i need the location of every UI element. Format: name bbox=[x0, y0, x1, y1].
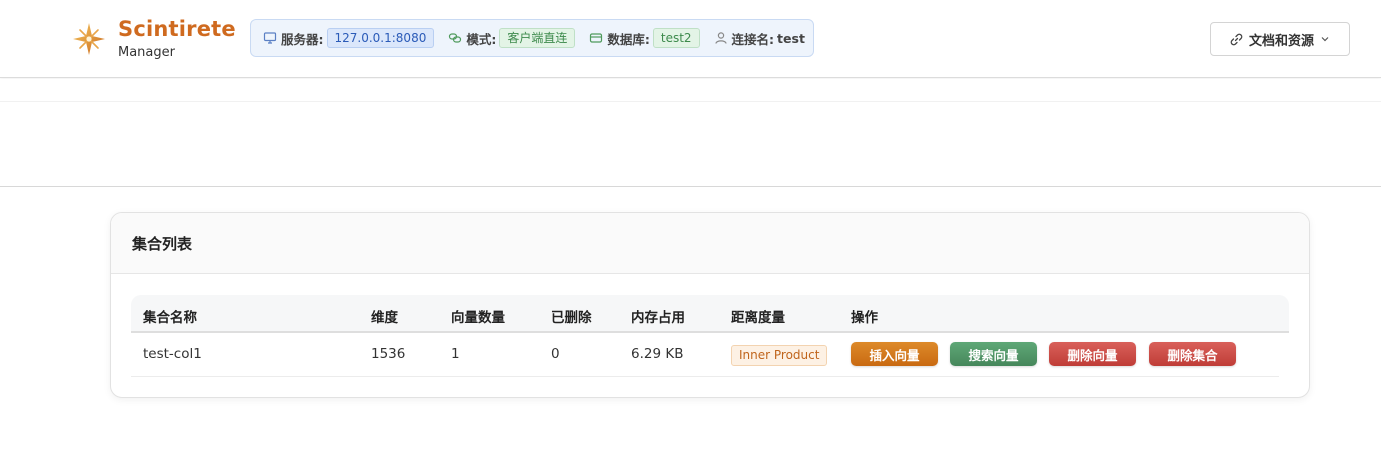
connection-info-panel: 服务器: 127.0.0.1:8080 模式: 客户端直连 数据库: test2 bbox=[250, 19, 814, 57]
delete-vectors-button[interactable]: 删除向量 bbox=[1049, 342, 1136, 366]
monitor-icon bbox=[263, 32, 277, 44]
server-value-tag: 127.0.0.1:8080 bbox=[326, 28, 435, 48]
col-header-dimension: 维度 bbox=[371, 310, 398, 326]
insert-vectors-button[interactable]: 插入向量 bbox=[851, 342, 938, 366]
collections-card: 集合列表 集合名称 维度 向量数量 已删除 内存占用 距离度量 操作 test-… bbox=[110, 212, 1310, 398]
connection-name-value: test bbox=[777, 30, 805, 46]
app-logo[interactable]: Scintirete Manager bbox=[72, 14, 236, 64]
server-info: 服务器: 127.0.0.1:8080 bbox=[263, 28, 435, 48]
user-icon bbox=[714, 32, 727, 44]
divider bbox=[0, 101, 1381, 102]
col-header-name: 集合名称 bbox=[143, 310, 197, 326]
collection-dimension: 1536 bbox=[371, 346, 406, 362]
server-label: 服务器: bbox=[281, 31, 324, 47]
col-header-vector-count: 向量数量 bbox=[451, 310, 505, 326]
collection-deleted: 0 bbox=[551, 346, 560, 362]
database-label: 数据库: bbox=[607, 31, 650, 47]
col-header-memory: 内存占用 bbox=[631, 310, 685, 326]
content-band bbox=[0, 79, 1381, 187]
mode-value-tag: 客户端直连 bbox=[499, 28, 576, 48]
sparkle-logo-icon bbox=[73, 23, 105, 55]
collection-memory: 6.29 KB bbox=[631, 346, 684, 362]
collections-title: 集合列表 bbox=[132, 234, 193, 253]
link-chain-icon bbox=[449, 33, 462, 43]
database-info: 数据库: test2 bbox=[589, 28, 700, 48]
col-header-deleted: 已删除 bbox=[551, 310, 592, 326]
distance-metric-tag: Inner Product bbox=[731, 345, 828, 366]
table-row: test-col1 1536 1 0 6.29 KB Inner Product… bbox=[131, 333, 1279, 377]
mode-info: 模式: 客户端直连 bbox=[448, 28, 576, 48]
docs-button-label: 文档和资源 bbox=[1248, 33, 1314, 49]
database-icon bbox=[590, 33, 603, 43]
search-vectors-button[interactable]: 搜索向量 bbox=[950, 342, 1037, 366]
collection-name: test-col1 bbox=[143, 346, 202, 362]
link-icon bbox=[1230, 33, 1243, 45]
database-value-tag: test2 bbox=[652, 28, 700, 48]
connection-name-info: 连接名: test bbox=[714, 29, 805, 48]
mode-label: 模式: bbox=[466, 31, 497, 47]
collections-table: 集合名称 维度 向量数量 已删除 内存占用 距离度量 操作 test-col1 … bbox=[131, 295, 1289, 377]
docs-resources-dropdown-button[interactable]: 文档和资源 bbox=[1210, 22, 1350, 56]
app-subtitle: Manager bbox=[118, 45, 175, 60]
connection-name-label: 连接名: bbox=[731, 31, 775, 47]
col-header-metric: 距离度量 bbox=[731, 310, 785, 326]
collections-card-header: 集合列表 bbox=[111, 213, 1309, 274]
table-header: 集合名称 维度 向量数量 已删除 内存占用 距离度量 操作 bbox=[131, 295, 1289, 333]
chevron-down-icon bbox=[1321, 37, 1329, 42]
top-bar: Scintirete Manager 服务器: 127.0.0.1:8080 模… bbox=[0, 0, 1381, 78]
app-title: Scintirete bbox=[118, 17, 236, 41]
col-header-actions: 操作 bbox=[851, 310, 878, 326]
collection-vector-count: 1 bbox=[451, 346, 460, 362]
delete-collection-button[interactable]: 删除集合 bbox=[1149, 342, 1236, 366]
